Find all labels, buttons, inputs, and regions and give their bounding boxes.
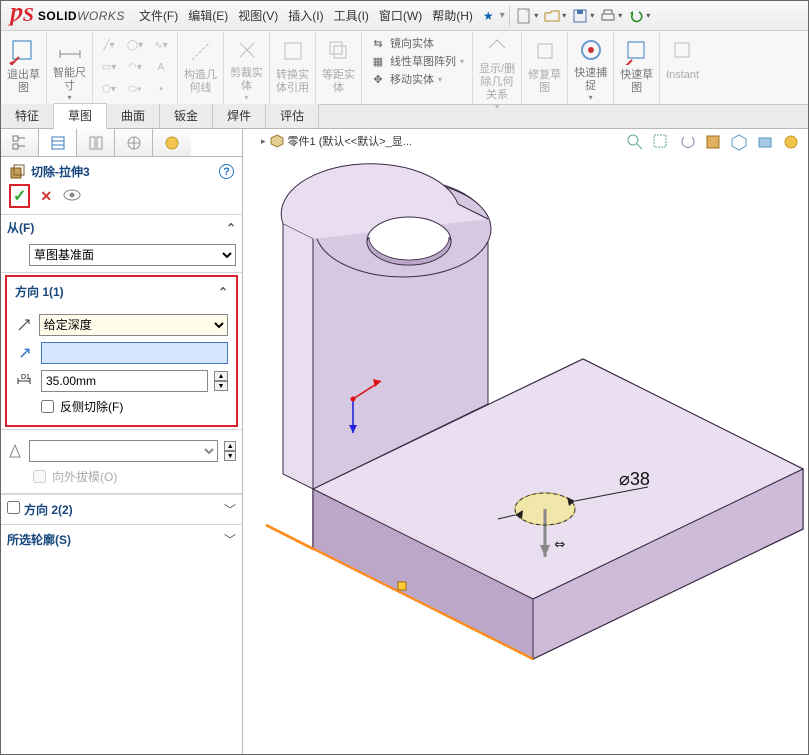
ribbon-offset[interactable]: 等距实 体	[316, 31, 362, 104]
expand-icon: ﹀	[224, 501, 236, 518]
ribbon-pattern-col: ⇆镜向实体 ▦线性草图阵列▾ ✥移动实体▾	[362, 31, 473, 104]
pm-dir2-head[interactable]: 方向 2(2) ﹀	[1, 494, 242, 524]
pm-tab-dim[interactable]	[115, 129, 153, 156]
logo-s-icon: ǷS	[9, 4, 34, 27]
new-button[interactable]: ▾	[514, 5, 540, 27]
svg-text:⇕: ⇕	[552, 539, 567, 550]
arc-tool-icon[interactable]: ◠▾	[123, 57, 147, 77]
undo-button[interactable]: ▾	[626, 5, 652, 27]
ribbon-quick-sketch[interactable]: 快速草 图	[614, 31, 660, 104]
ribbon-instant[interactable]: Instant	[660, 31, 705, 104]
depth-spin-up[interactable]: ▲	[214, 371, 228, 381]
logo-text: SOLIDWORKS	[38, 9, 125, 23]
dir2-checkbox[interactable]	[7, 501, 20, 514]
ellipse-tool-icon[interactable]: ⬭▾	[123, 79, 147, 99]
draft-spin-up[interactable]: ▲	[224, 441, 236, 451]
end-condition-select[interactable]: 给定深度	[39, 314, 228, 336]
graphics-viewport[interactable]: ▸ 零件1 (默认<<默认>_显...	[243, 129, 808, 754]
depth-icon: D1	[15, 373, 35, 389]
open-button[interactable]: ▾	[542, 5, 568, 27]
tab-sketch[interactable]: 草图	[54, 103, 107, 129]
ribbon-exit-sketch-label: 退出草 图	[7, 69, 40, 95]
property-manager: 切除-拉伸3 ? ✓ ✕ 从(F) ⌃ 草图基准面 方向 1(1) ⌃	[1, 129, 243, 754]
reverse-cut-checkbox[interactable]	[41, 400, 54, 413]
direction-field[interactable]	[41, 342, 228, 364]
collapse-icon: ⌃	[226, 221, 236, 235]
pm-from-head[interactable]: 从(F) ⌃	[1, 214, 242, 240]
direction-arrow-icon: ↗	[15, 343, 35, 363]
rect-tool-icon[interactable]: ▭▾	[97, 57, 121, 77]
ribbon-mirror[interactable]: ⇆镜向实体	[370, 35, 464, 51]
line-tool-icon[interactable]: ╱▾	[97, 35, 121, 55]
ribbon-trim[interactable]: 剪裁实 体▾	[224, 31, 270, 104]
print-button[interactable]: ▾	[598, 5, 624, 27]
pm-help-button[interactable]: ?	[219, 164, 234, 179]
menu-insert[interactable]: 插入(I)	[284, 5, 327, 26]
pm-tab-property[interactable]	[39, 129, 77, 156]
pm-tab-feature-tree[interactable]	[1, 129, 39, 156]
reverse-cut-label: 反侧切除(F)	[60, 398, 123, 415]
draft-outward-checkbox[interactable]	[33, 470, 46, 483]
ribbon-move[interactable]: ✥移动实体▾	[370, 71, 464, 87]
collapse-icon: ⌃	[218, 285, 228, 299]
tab-sheetmetal[interactable]: 钣金	[160, 104, 213, 128]
save-button[interactable]: ▾	[570, 5, 596, 27]
draft-outward-label: 向外拔模(O)	[52, 468, 117, 485]
ribbon: 退出草 图 智能尺 寸 ▾ ╱▾ ◯▾ ∿▾ ▭▾ ◠▾ A ⬠▾ ⬭▾ • 构…	[1, 31, 808, 105]
draft-spin-down[interactable]: ▼	[224, 451, 236, 461]
reverse-dir-icon[interactable]	[15, 317, 33, 333]
tab-surface[interactable]: 曲面	[107, 104, 160, 128]
ribbon-smart-dim[interactable]: 智能尺 寸 ▾	[47, 31, 93, 104]
point-tool-icon[interactable]: •	[149, 79, 173, 99]
menu-star[interactable]: ★	[479, 7, 498, 25]
circle-tool-icon[interactable]: ◯▾	[123, 35, 147, 55]
draft-select[interactable]	[29, 440, 218, 462]
poly-tool-icon[interactable]: ⬠▾	[97, 79, 121, 99]
ribbon-sketch-tools: ╱▾ ◯▾ ∿▾ ▭▾ ◠▾ A ⬠▾ ⬭▾ •	[93, 31, 178, 104]
command-tabs: 特征 草图 曲面 钣金 焊件 评估	[1, 105, 808, 129]
menu-help[interactable]: 帮助(H)	[428, 5, 477, 26]
cut-extrude-icon	[9, 164, 25, 180]
menu-edit[interactable]: 编辑(E)	[184, 5, 232, 26]
ribbon-pattern[interactable]: ▦线性草图阵列▾	[370, 53, 464, 69]
pm-tab-appearance[interactable]	[153, 129, 191, 156]
pm-contours-head[interactable]: 所选轮廓(S) ﹀	[1, 524, 242, 554]
pm-dir1-head[interactable]: 方向 1(1) ⌃	[9, 279, 234, 304]
ribbon-exit-sketch[interactable]: 退出草 图	[1, 31, 47, 104]
app-logo: ǷS SOLIDWORKS	[7, 4, 133, 27]
from-select[interactable]: 草图基准面	[29, 244, 236, 266]
expand-icon: ﹀	[224, 531, 236, 548]
ribbon-construct[interactable]: 构造几 何线	[178, 31, 224, 104]
pm-cancel-button[interactable]: ✕	[40, 188, 52, 205]
menu-tools[interactable]: 工具(I)	[330, 5, 373, 26]
dimension-text: ⌀38	[619, 469, 650, 489]
pm-preview-button[interactable]	[62, 188, 82, 205]
menu-view[interactable]: 视图(V)	[234, 5, 282, 26]
tab-evaluate[interactable]: 评估	[266, 104, 319, 128]
pm-ok-button[interactable]: ✓	[9, 184, 30, 208]
pm-tabs	[1, 129, 242, 157]
spline-tool-icon[interactable]: ∿▾	[149, 35, 173, 55]
depth-field[interactable]	[41, 370, 208, 392]
pm-tab-config[interactable]	[77, 129, 115, 156]
text-tool-icon[interactable]: A	[149, 57, 173, 77]
ribbon-snap[interactable]: 快速捕 捉▾	[568, 31, 614, 104]
svg-text:D1: D1	[21, 374, 30, 381]
pm-title: 切除-拉伸3	[31, 163, 90, 180]
draft-icon[interactable]	[7, 443, 23, 459]
tab-feature[interactable]: 特征	[1, 104, 54, 128]
menu-file[interactable]: 文件(F)	[135, 5, 182, 26]
tab-weldment[interactable]: 焊件	[213, 104, 266, 128]
ribbon-show-hide[interactable]: 显示/删 除几何 关系▾	[473, 31, 522, 104]
depth-spin-down[interactable]: ▼	[214, 381, 228, 391]
menu-window[interactable]: 窗口(W)	[375, 5, 426, 26]
ribbon-convert[interactable]: 转换实 体引用	[270, 31, 316, 104]
ribbon-repair[interactable]: 修复草 图	[522, 31, 568, 104]
